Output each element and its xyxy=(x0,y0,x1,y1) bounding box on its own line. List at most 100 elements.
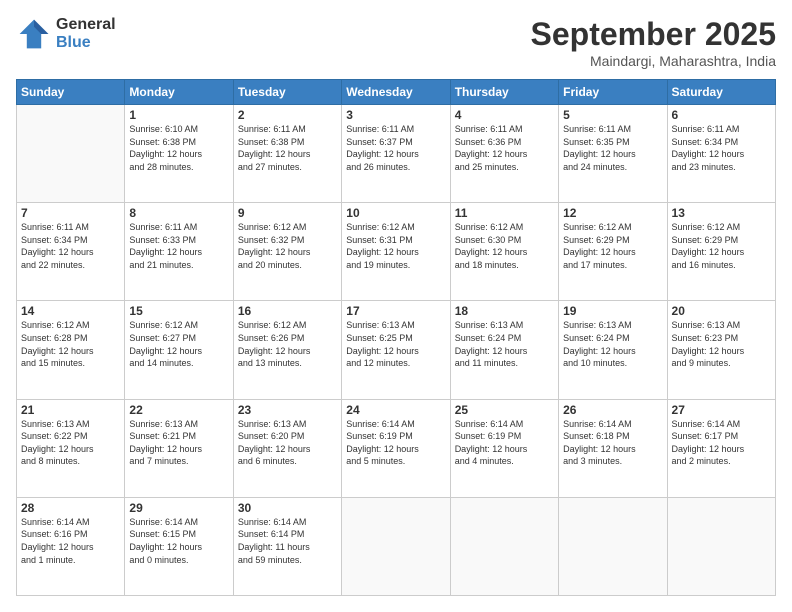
logo-general: General xyxy=(56,16,116,34)
logo-blue: Blue xyxy=(56,34,116,52)
day-info: Sunrise: 6:11 AM Sunset: 6:34 PM Dayligh… xyxy=(672,123,771,173)
calendar-cell: 15Sunrise: 6:12 AM Sunset: 6:27 PM Dayli… xyxy=(125,301,233,399)
calendar-cell: 10Sunrise: 6:12 AM Sunset: 6:31 PM Dayli… xyxy=(342,203,450,301)
calendar-cell: 24Sunrise: 6:14 AM Sunset: 6:19 PM Dayli… xyxy=(342,399,450,497)
logo-text: General Blue xyxy=(56,16,116,51)
day-info: Sunrise: 6:13 AM Sunset: 6:25 PM Dayligh… xyxy=(346,319,445,369)
weekday-header-tuesday: Tuesday xyxy=(233,80,341,105)
page: General Blue September 2025 Maindargi, M… xyxy=(0,0,792,612)
day-number: 6 xyxy=(672,108,771,122)
day-info: Sunrise: 6:12 AM Sunset: 6:28 PM Dayligh… xyxy=(21,319,120,369)
day-info: Sunrise: 6:11 AM Sunset: 6:35 PM Dayligh… xyxy=(563,123,662,173)
day-number: 25 xyxy=(455,403,554,417)
day-info: Sunrise: 6:11 AM Sunset: 6:34 PM Dayligh… xyxy=(21,221,120,271)
weekday-header-thursday: Thursday xyxy=(450,80,558,105)
day-number: 1 xyxy=(129,108,228,122)
day-number: 19 xyxy=(563,304,662,318)
calendar-cell: 19Sunrise: 6:13 AM Sunset: 6:24 PM Dayli… xyxy=(559,301,667,399)
day-info: Sunrise: 6:12 AM Sunset: 6:31 PM Dayligh… xyxy=(346,221,445,271)
day-info: Sunrise: 6:14 AM Sunset: 6:17 PM Dayligh… xyxy=(672,418,771,468)
day-number: 2 xyxy=(238,108,337,122)
calendar-cell xyxy=(17,105,125,203)
calendar-cell: 18Sunrise: 6:13 AM Sunset: 6:24 PM Dayli… xyxy=(450,301,558,399)
day-number: 14 xyxy=(21,304,120,318)
calendar-cell: 29Sunrise: 6:14 AM Sunset: 6:15 PM Dayli… xyxy=(125,497,233,595)
calendar-table: SundayMondayTuesdayWednesdayThursdayFrid… xyxy=(16,79,776,596)
calendar-cell: 30Sunrise: 6:14 AM Sunset: 6:14 PM Dayli… xyxy=(233,497,341,595)
day-info: Sunrise: 6:13 AM Sunset: 6:21 PM Dayligh… xyxy=(129,418,228,468)
calendar-cell: 26Sunrise: 6:14 AM Sunset: 6:18 PM Dayli… xyxy=(559,399,667,497)
calendar-cell: 11Sunrise: 6:12 AM Sunset: 6:30 PM Dayli… xyxy=(450,203,558,301)
day-info: Sunrise: 6:12 AM Sunset: 6:29 PM Dayligh… xyxy=(563,221,662,271)
day-info: Sunrise: 6:14 AM Sunset: 6:18 PM Dayligh… xyxy=(563,418,662,468)
calendar-cell: 1Sunrise: 6:10 AM Sunset: 6:38 PM Daylig… xyxy=(125,105,233,203)
day-info: Sunrise: 6:13 AM Sunset: 6:20 PM Dayligh… xyxy=(238,418,337,468)
day-info: Sunrise: 6:13 AM Sunset: 6:23 PM Dayligh… xyxy=(672,319,771,369)
calendar-cell xyxy=(559,497,667,595)
day-number: 8 xyxy=(129,206,228,220)
day-number: 9 xyxy=(238,206,337,220)
calendar-cell: 21Sunrise: 6:13 AM Sunset: 6:22 PM Dayli… xyxy=(17,399,125,497)
day-info: Sunrise: 6:11 AM Sunset: 6:37 PM Dayligh… xyxy=(346,123,445,173)
calendar-week-row: 14Sunrise: 6:12 AM Sunset: 6:28 PM Dayli… xyxy=(17,301,776,399)
day-number: 5 xyxy=(563,108,662,122)
day-info: Sunrise: 6:13 AM Sunset: 6:24 PM Dayligh… xyxy=(563,319,662,369)
calendar-cell: 20Sunrise: 6:13 AM Sunset: 6:23 PM Dayli… xyxy=(667,301,775,399)
calendar-cell xyxy=(342,497,450,595)
day-info: Sunrise: 6:10 AM Sunset: 6:38 PM Dayligh… xyxy=(129,123,228,173)
day-number: 23 xyxy=(238,403,337,417)
day-info: Sunrise: 6:12 AM Sunset: 6:32 PM Dayligh… xyxy=(238,221,337,271)
calendar-cell: 27Sunrise: 6:14 AM Sunset: 6:17 PM Dayli… xyxy=(667,399,775,497)
weekday-header-row: SundayMondayTuesdayWednesdayThursdayFrid… xyxy=(17,80,776,105)
day-number: 30 xyxy=(238,501,337,515)
day-info: Sunrise: 6:12 AM Sunset: 6:26 PM Dayligh… xyxy=(238,319,337,369)
day-number: 10 xyxy=(346,206,445,220)
day-number: 3 xyxy=(346,108,445,122)
day-number: 11 xyxy=(455,206,554,220)
day-number: 21 xyxy=(21,403,120,417)
calendar-cell: 4Sunrise: 6:11 AM Sunset: 6:36 PM Daylig… xyxy=(450,105,558,203)
day-number: 26 xyxy=(563,403,662,417)
calendar-cell: 12Sunrise: 6:12 AM Sunset: 6:29 PM Dayli… xyxy=(559,203,667,301)
day-number: 28 xyxy=(21,501,120,515)
day-number: 24 xyxy=(346,403,445,417)
calendar-cell: 23Sunrise: 6:13 AM Sunset: 6:20 PM Dayli… xyxy=(233,399,341,497)
calendar-cell: 8Sunrise: 6:11 AM Sunset: 6:33 PM Daylig… xyxy=(125,203,233,301)
calendar-cell: 7Sunrise: 6:11 AM Sunset: 6:34 PM Daylig… xyxy=(17,203,125,301)
logo: General Blue xyxy=(16,16,116,52)
weekday-header-saturday: Saturday xyxy=(667,80,775,105)
calendar-cell: 14Sunrise: 6:12 AM Sunset: 6:28 PM Dayli… xyxy=(17,301,125,399)
day-number: 15 xyxy=(129,304,228,318)
day-info: Sunrise: 6:12 AM Sunset: 6:29 PM Dayligh… xyxy=(672,221,771,271)
day-number: 7 xyxy=(21,206,120,220)
calendar-cell xyxy=(667,497,775,595)
weekday-header-sunday: Sunday xyxy=(17,80,125,105)
calendar-week-row: 21Sunrise: 6:13 AM Sunset: 6:22 PM Dayli… xyxy=(17,399,776,497)
day-number: 20 xyxy=(672,304,771,318)
day-number: 12 xyxy=(563,206,662,220)
logo-icon xyxy=(16,16,52,52)
weekday-header-friday: Friday xyxy=(559,80,667,105)
day-info: Sunrise: 6:13 AM Sunset: 6:22 PM Dayligh… xyxy=(21,418,120,468)
day-info: Sunrise: 6:12 AM Sunset: 6:30 PM Dayligh… xyxy=(455,221,554,271)
day-info: Sunrise: 6:12 AM Sunset: 6:27 PM Dayligh… xyxy=(129,319,228,369)
calendar-cell xyxy=(450,497,558,595)
calendar-week-row: 28Sunrise: 6:14 AM Sunset: 6:16 PM Dayli… xyxy=(17,497,776,595)
calendar-cell: 16Sunrise: 6:12 AM Sunset: 6:26 PM Dayli… xyxy=(233,301,341,399)
calendar-cell: 28Sunrise: 6:14 AM Sunset: 6:16 PM Dayli… xyxy=(17,497,125,595)
title-block: September 2025 Maindargi, Maharashtra, I… xyxy=(531,16,776,69)
calendar-cell: 22Sunrise: 6:13 AM Sunset: 6:21 PM Dayli… xyxy=(125,399,233,497)
location-subtitle: Maindargi, Maharashtra, India xyxy=(531,53,776,69)
day-number: 13 xyxy=(672,206,771,220)
calendar-cell: 2Sunrise: 6:11 AM Sunset: 6:38 PM Daylig… xyxy=(233,105,341,203)
day-number: 27 xyxy=(672,403,771,417)
day-number: 29 xyxy=(129,501,228,515)
day-info: Sunrise: 6:14 AM Sunset: 6:16 PM Dayligh… xyxy=(21,516,120,566)
calendar-week-row: 7Sunrise: 6:11 AM Sunset: 6:34 PM Daylig… xyxy=(17,203,776,301)
day-info: Sunrise: 6:14 AM Sunset: 6:19 PM Dayligh… xyxy=(346,418,445,468)
weekday-header-monday: Monday xyxy=(125,80,233,105)
day-number: 4 xyxy=(455,108,554,122)
header: General Blue September 2025 Maindargi, M… xyxy=(16,16,776,69)
day-info: Sunrise: 6:14 AM Sunset: 6:19 PM Dayligh… xyxy=(455,418,554,468)
day-info: Sunrise: 6:14 AM Sunset: 6:14 PM Dayligh… xyxy=(238,516,337,566)
